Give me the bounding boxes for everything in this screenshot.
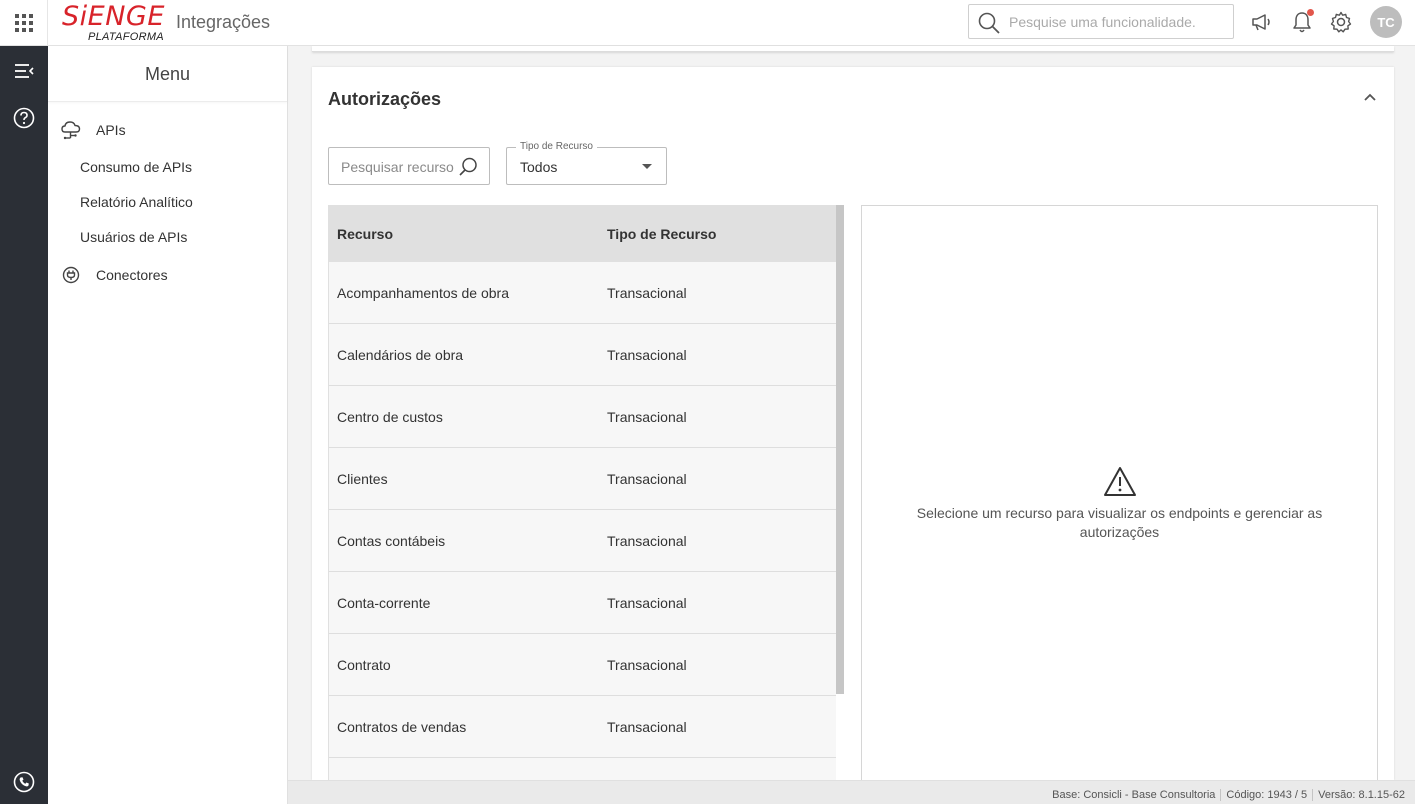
cell-tipo-de-recurso: Transacional [607, 471, 687, 487]
search-icon [459, 157, 477, 176]
resource-search-input[interactable] [341, 157, 461, 177]
column-header-recurso[interactable]: Recurso [337, 226, 393, 242]
settings-gear-icon[interactable] [1328, 9, 1354, 35]
status-base: Base: Consicli - Base Consultoria [1052, 789, 1216, 801]
column-header-tipo-de-recurso[interactable]: Tipo de Recurso [607, 226, 716, 242]
cell-tipo-de-recurso: Transacional [607, 595, 687, 611]
sidebar-item-relatorio-analitico[interactable]: Relatório Analítico [80, 194, 193, 210]
table-header: Recurso Tipo de Recurso [329, 205, 836, 262]
table-row[interactable]: Contas contábeis Transacional [329, 510, 836, 572]
warning-icon [1104, 467, 1136, 496]
cell-recurso: Calendários de obra [337, 347, 464, 363]
cell-recurso: Centro de custos [337, 409, 443, 425]
sidebar-section-label: APIs [96, 122, 126, 138]
search-icon [978, 12, 1000, 34]
card-title: Autorizações [328, 89, 442, 109]
cloud-network-icon [61, 121, 81, 140]
cell-tipo-de-recurso: Transacional [607, 347, 687, 363]
cell-recurso: Contratos de vendas [337, 719, 467, 735]
megaphone-icon[interactable] [1249, 9, 1275, 35]
status-codigo: Código: 1943 / 5 [1226, 789, 1308, 801]
global-search-input[interactable] [1009, 12, 1224, 32]
apps-grid-icon[interactable] [0, 0, 48, 46]
resource-type-label: Tipo de Recurso [516, 141, 597, 152]
chevron-up-icon[interactable] [1362, 89, 1378, 105]
sidebar-item-usuarios-de-apis[interactable]: Usuários de APIs [80, 229, 187, 245]
cell-recurso: Contrato [337, 657, 391, 673]
cell-tipo-de-recurso: Transacional [607, 657, 687, 673]
status-separator [1312, 789, 1314, 801]
logo-subtitle: PLATAFORMA [88, 31, 164, 43]
sienge-logo[interactable]: SiENGE PLATAFORMA [60, 0, 170, 46]
cell-recurso: Conta-corrente [337, 595, 431, 611]
global-search[interactable] [968, 4, 1234, 39]
empty-state-message: Selecione um recurso para visualizar os … [916, 505, 1323, 540]
left-rail [0, 46, 48, 804]
notification-bell-icon[interactable] [1289, 9, 1315, 35]
phone-support-icon[interactable] [12, 770, 36, 794]
cell-tipo-de-recurso: Transacional [607, 409, 687, 425]
cell-recurso: Contas contábeis [337, 533, 446, 549]
sidebar-section-conectores[interactable]: Conectores [60, 263, 168, 287]
menu-title: Menu [48, 46, 287, 102]
previous-card-edge [312, 46, 1394, 52]
authorizations-card: Autorizações Tipo de Recurso Todos Recur… [312, 67, 1394, 785]
cell-tipo-de-recurso: Transacional [607, 719, 687, 735]
cell-recurso: Clientes [337, 471, 388, 487]
help-icon[interactable] [12, 106, 36, 130]
table-row[interactable]: Acompanhamentos de obra Transacional [329, 262, 836, 324]
table-row[interactable]: Centro de custos Transacional [329, 386, 836, 448]
app-title: Integrações [176, 12, 271, 32]
sidebar-section-apis[interactable]: APIs [60, 118, 126, 142]
resource-search[interactable] [328, 147, 490, 185]
connector-icon [62, 266, 80, 284]
table-row[interactable]: Conta-corrente Transacional [329, 572, 836, 634]
table-scrollbar[interactable] [836, 205, 844, 694]
notification-dot [1307, 9, 1314, 16]
table-row[interactable] [329, 758, 836, 780]
cell-tipo-de-recurso: Transacional [607, 285, 687, 301]
table-row[interactable]: Contrato Transacional [329, 634, 836, 696]
cell-recurso: Acompanhamentos de obra [337, 285, 509, 301]
resource-detail-panel: Selecione um recurso para visualizar os … [861, 205, 1378, 785]
top-bar: SiENGE PLATAFORMA Integrações TC [0, 0, 1415, 46]
cell-tipo-de-recurso: Transacional [607, 533, 687, 549]
menu-toggle-icon[interactable] [12, 59, 36, 83]
status-separator [1220, 789, 1222, 801]
table-row[interactable]: Calendários de obra Transacional [329, 324, 836, 386]
user-avatar[interactable]: TC [1370, 6, 1402, 38]
side-menu: Menu APIs Consumo de APIs Relatório Anal… [48, 46, 288, 804]
table-row[interactable]: Clientes Transacional [329, 448, 836, 510]
sidebar-section-label: Conectores [96, 267, 168, 283]
status-versao: Versão: 8.1.15-62 [1318, 789, 1405, 801]
resource-type-select[interactable]: Tipo de Recurso Todos [506, 141, 667, 185]
table-row[interactable]: Contratos de vendas Transacional [329, 696, 836, 758]
status-bar: Base: Consicli - Base Consultoria Código… [288, 780, 1415, 804]
resources-table: Recurso Tipo de Recurso Acompanhamentos … [328, 205, 836, 780]
dropdown-arrow-icon [642, 164, 652, 169]
resource-type-value: Todos [520, 159, 558, 175]
sidebar-item-consumo-de-apis[interactable]: Consumo de APIs [80, 159, 192, 175]
